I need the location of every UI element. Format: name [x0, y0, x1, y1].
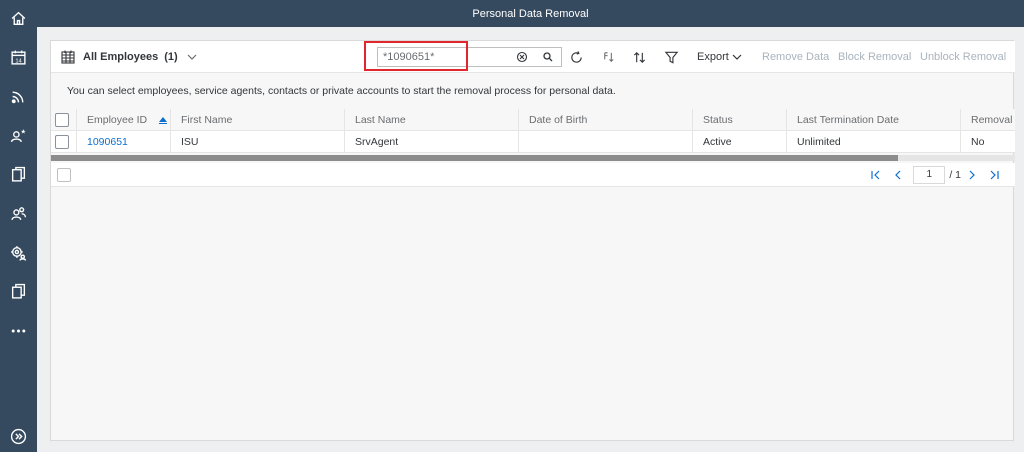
- remove-data-button[interactable]: Remove Data: [762, 50, 829, 64]
- employee-star-icon[interactable]: [6, 123, 31, 148]
- sidebar: 14: [0, 0, 37, 452]
- column-header-label: Status: [703, 114, 733, 126]
- chevron-down-icon: [187, 54, 197, 60]
- search-field: [377, 47, 562, 67]
- column-header-date-of-birth[interactable]: Date of Birth: [519, 109, 693, 131]
- column-header-status[interactable]: Status: [693, 109, 787, 131]
- status-cell: Active: [693, 131, 787, 153]
- home-icon[interactable]: [6, 6, 31, 31]
- sort-ascending-icon: [159, 117, 168, 125]
- select-all-checkbox[interactable]: [55, 113, 69, 127]
- table-toolbar: All Employees (1) Export Remove Data Blo…: [51, 41, 1015, 73]
- column-header-last-name[interactable]: Last Name: [345, 109, 519, 131]
- last-name-cell: SrvAgent: [345, 131, 519, 153]
- row-select-cell: [51, 131, 77, 153]
- last-page-icon[interactable]: [987, 168, 1001, 182]
- clear-icon[interactable]: [516, 51, 528, 63]
- column-header-label: Last Termination Date: [797, 114, 899, 126]
- expand-icon[interactable]: [6, 424, 31, 449]
- copy-icon[interactable]: [6, 279, 31, 304]
- variant-label: All Employees: [83, 51, 159, 63]
- search-icon[interactable]: [542, 51, 554, 63]
- export-button[interactable]: Export: [697, 50, 729, 64]
- column-header-label: Date of Birth: [529, 114, 588, 126]
- page-number-input[interactable]: 1: [913, 166, 946, 184]
- group-sort-icon[interactable]: [600, 49, 616, 65]
- last-termination-date-cell: Unlimited: [787, 131, 961, 153]
- column-header-label: Last Name: [355, 114, 406, 126]
- column-header-label: First Name: [181, 114, 233, 126]
- shell-header: Personal Data Removal: [37, 0, 1024, 27]
- export-chevron-down-icon[interactable]: [732, 52, 742, 62]
- refresh-icon[interactable]: [568, 49, 584, 65]
- previous-page-icon[interactable]: [891, 168, 905, 182]
- removal-blocked-cell: No: [971, 136, 985, 148]
- app-title: Personal Data Removal: [472, 7, 589, 20]
- first-name-cell: ISU: [171, 131, 345, 153]
- footer-checkbox[interactable]: [57, 168, 71, 182]
- table-grid-icon: [61, 50, 75, 64]
- settings-users-icon[interactable]: [6, 240, 31, 265]
- table-footer: 1 / 1: [51, 163, 1015, 187]
- documents-icon[interactable]: [6, 162, 31, 187]
- first-page-icon[interactable]: [869, 168, 883, 182]
- variant-selector[interactable]: All Employees (1): [61, 49, 198, 65]
- main-panel: All Employees (1) Export Remove Data Blo…: [50, 40, 1015, 441]
- date-of-birth-cell: [519, 131, 693, 153]
- search-input[interactable]: [378, 48, 508, 66]
- pagination: 1 / 1: [865, 166, 1005, 184]
- select-all-cell: [51, 109, 77, 131]
- table-header: Employee ID First Name Last Name Date of…: [51, 109, 1015, 131]
- groups-icon[interactable]: [6, 201, 31, 226]
- column-header-last-termination-date[interactable]: Last Termination Date: [787, 109, 961, 131]
- horizontal-scrollbar[interactable]: [51, 155, 1015, 161]
- employee-id-link[interactable]: 1090651: [77, 131, 171, 153]
- column-header-label: Removal B: [971, 114, 1015, 126]
- table-row[interactable]: 1090651 ISU SrvAgent Active Unlimited No: [51, 131, 1015, 153]
- variant-count: (1): [164, 51, 178, 63]
- column-header-label: Employee ID: [87, 114, 148, 126]
- feed-icon[interactable]: [6, 84, 31, 109]
- row-checkbox[interactable]: [55, 135, 69, 149]
- more-icon[interactable]: [6, 318, 31, 343]
- info-text: You can select employees, service agents…: [67, 85, 616, 97]
- column-header-employee-id[interactable]: Employee ID: [77, 109, 171, 131]
- column-header-first-name[interactable]: First Name: [171, 109, 345, 131]
- unblock-removal-button[interactable]: Unblock Removal: [920, 50, 1006, 64]
- sort-icon[interactable]: [631, 49, 647, 65]
- filter-icon[interactable]: [663, 49, 679, 65]
- scrollbar-thumb[interactable]: [51, 155, 898, 161]
- calendar-icon[interactable]: 14: [6, 45, 31, 70]
- block-removal-button[interactable]: Block Removal: [838, 50, 911, 64]
- employees-table: Employee ID First Name Last Name Date of…: [51, 109, 1015, 153]
- next-page-icon[interactable]: [965, 168, 979, 182]
- svg-text:14: 14: [15, 58, 22, 64]
- column-header-removal-blocked[interactable]: Removal B: [961, 109, 1015, 131]
- total-pages-label: / 1: [949, 169, 961, 181]
